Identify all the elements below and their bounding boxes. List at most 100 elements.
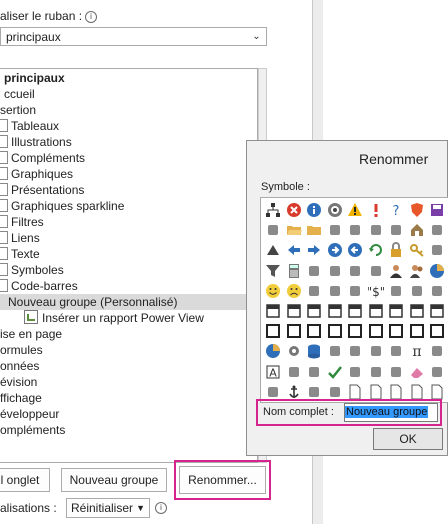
tree-item[interactable]: sertion	[0, 102, 250, 118]
microphone-icon[interactable]	[345, 261, 365, 281]
question-icon[interactable]: ?	[386, 200, 406, 220]
folder-down-icon[interactable]	[325, 220, 345, 240]
tree-item[interactable]: éveloppeur	[0, 406, 250, 422]
note-icon[interactable]	[366, 362, 386, 382]
pie-icon[interactable]	[427, 261, 447, 281]
table-icon[interactable]	[407, 301, 427, 321]
new-group-button[interactable]: Nouveau groupe	[61, 468, 167, 492]
tree-item[interactable]: Filtres	[0, 214, 250, 230]
table-icon[interactable]	[345, 301, 365, 321]
help-doc-icon[interactable]	[263, 220, 283, 240]
tree-item[interactable]: onnées	[0, 358, 250, 374]
tree-item[interactable]: Nouveau groupe (Personnalisé)	[0, 294, 257, 310]
pin-icon[interactable]	[345, 220, 365, 240]
lock-icon[interactable]	[386, 240, 406, 260]
tree-item[interactable]: ompléments	[0, 422, 250, 438]
checkbox-icon[interactable]	[0, 135, 8, 148]
arrow-right-icon[interactable]	[304, 240, 324, 260]
checkbox-icon[interactable]	[0, 119, 8, 132]
scales-icon[interactable]	[304, 261, 324, 281]
tree-item[interactable]: Code-barres	[0, 278, 250, 294]
vcard-icon[interactable]	[325, 281, 345, 301]
mouth-icon[interactable]	[345, 281, 365, 301]
edit-icon[interactable]	[386, 362, 406, 382]
table-icon[interactable]	[284, 301, 304, 321]
save-icon[interactable]	[427, 200, 447, 220]
chart-icon[interactable]	[345, 341, 365, 361]
layers-icon[interactable]	[427, 281, 447, 301]
tree-item[interactable]: Compléments	[0, 150, 250, 166]
export-icon[interactable]	[386, 220, 406, 240]
tree-item[interactable]: Présentations	[0, 182, 250, 198]
check-b-icon[interactable]	[304, 362, 324, 382]
funnel-icon[interactable]	[427, 341, 447, 361]
checkbox-icon[interactable]	[0, 279, 8, 292]
mute-icon[interactable]	[366, 261, 386, 281]
checkbox-icon[interactable]	[0, 199, 8, 212]
checkbox-icon[interactable]	[0, 167, 8, 180]
frame-icon[interactable]	[427, 321, 447, 341]
ribbon-tabs-select[interactable]: principaux ⌄	[0, 27, 267, 46]
info-icon[interactable]: i	[85, 11, 98, 23]
arrow-left-icon[interactable]	[284, 240, 304, 260]
tree-item[interactable]: Graphiques sparkline	[0, 198, 250, 214]
pi-icon[interactable]: π	[407, 341, 427, 361]
reset-button[interactable]: Réinitialiser ▼	[66, 498, 150, 518]
checkbox-icon[interactable]	[0, 151, 8, 164]
info-icon[interactable]	[304, 200, 324, 220]
refresh-icon[interactable]	[366, 240, 386, 260]
arrow-circle-left-icon[interactable]	[345, 240, 365, 260]
users-icon[interactable]	[407, 261, 427, 281]
key-icon[interactable]	[407, 240, 427, 260]
ok-button[interactable]: OK	[373, 428, 443, 450]
folder-open-icon[interactable]	[284, 220, 304, 240]
checkbox-icon[interactable]	[0, 183, 8, 196]
display-name-input[interactable]: Nouveau groupe	[344, 403, 438, 422]
gear-icon[interactable]	[284, 341, 304, 361]
table-icon[interactable]	[263, 301, 283, 321]
tree-item[interactable]: ccueil	[0, 86, 250, 102]
arrow-circle-right-icon[interactable]	[325, 240, 345, 260]
checkbox-icon[interactable]	[0, 215, 8, 228]
book-icon[interactable]	[325, 341, 345, 361]
chevron-down-icon[interactable]: ⌄	[247, 28, 266, 45]
table-icon[interactable]	[304, 301, 324, 321]
error-x-icon[interactable]	[284, 200, 304, 220]
tree-item[interactable]: Illustrations	[0, 134, 250, 150]
frame-icon[interactable]	[366, 321, 386, 341]
frame-icon[interactable]	[345, 321, 365, 341]
checkbox-icon[interactable]	[0, 247, 8, 260]
frame-icon[interactable]	[386, 321, 406, 341]
home-icon[interactable]	[407, 220, 427, 240]
tree-item[interactable]: Symboles	[0, 262, 250, 278]
check-icon[interactable]	[325, 362, 345, 382]
filter-icon[interactable]	[263, 261, 283, 281]
folder-icon[interactable]	[304, 220, 324, 240]
ribbon-tree[interactable]: principaux ccueil sertion Tableaux Illustrat…	[0, 68, 258, 463]
doc-add-icon[interactable]	[345, 362, 365, 382]
star-folder-icon[interactable]	[366, 220, 386, 240]
text-box-icon[interactable]: A	[263, 362, 283, 382]
frame-icon[interactable]	[325, 321, 345, 341]
checkbox-icon[interactable]	[0, 263, 8, 276]
dollar-icon[interactable]: "$"	[366, 281, 386, 301]
tree-item[interactable]: ise en page	[0, 326, 250, 342]
checkbox-icon[interactable]	[0, 231, 8, 244]
triangle-up-icon[interactable]	[263, 240, 283, 260]
new-tab-button[interactable]: l onglet	[0, 468, 50, 492]
database-icon[interactable]	[304, 341, 324, 361]
table-icon[interactable]	[386, 301, 406, 321]
graph-icon[interactable]	[386, 341, 406, 361]
sad-icon[interactable]	[284, 281, 304, 301]
frame-icon[interactable]	[407, 321, 427, 341]
record-icon[interactable]	[325, 200, 345, 220]
grid-icon[interactable]	[366, 341, 386, 361]
tree-item[interactable]: Tableaux	[0, 118, 250, 134]
tree-item[interactable]: principaux	[0, 70, 250, 86]
check-a-icon[interactable]	[284, 362, 304, 382]
chain-icon[interactable]	[407, 281, 427, 301]
user-icon[interactable]	[386, 261, 406, 281]
symbol-grid[interactable]: ? "$" π A	[260, 197, 448, 403]
frame-icon[interactable]	[304, 321, 324, 341]
calculator-icon[interactable]	[284, 261, 304, 281]
